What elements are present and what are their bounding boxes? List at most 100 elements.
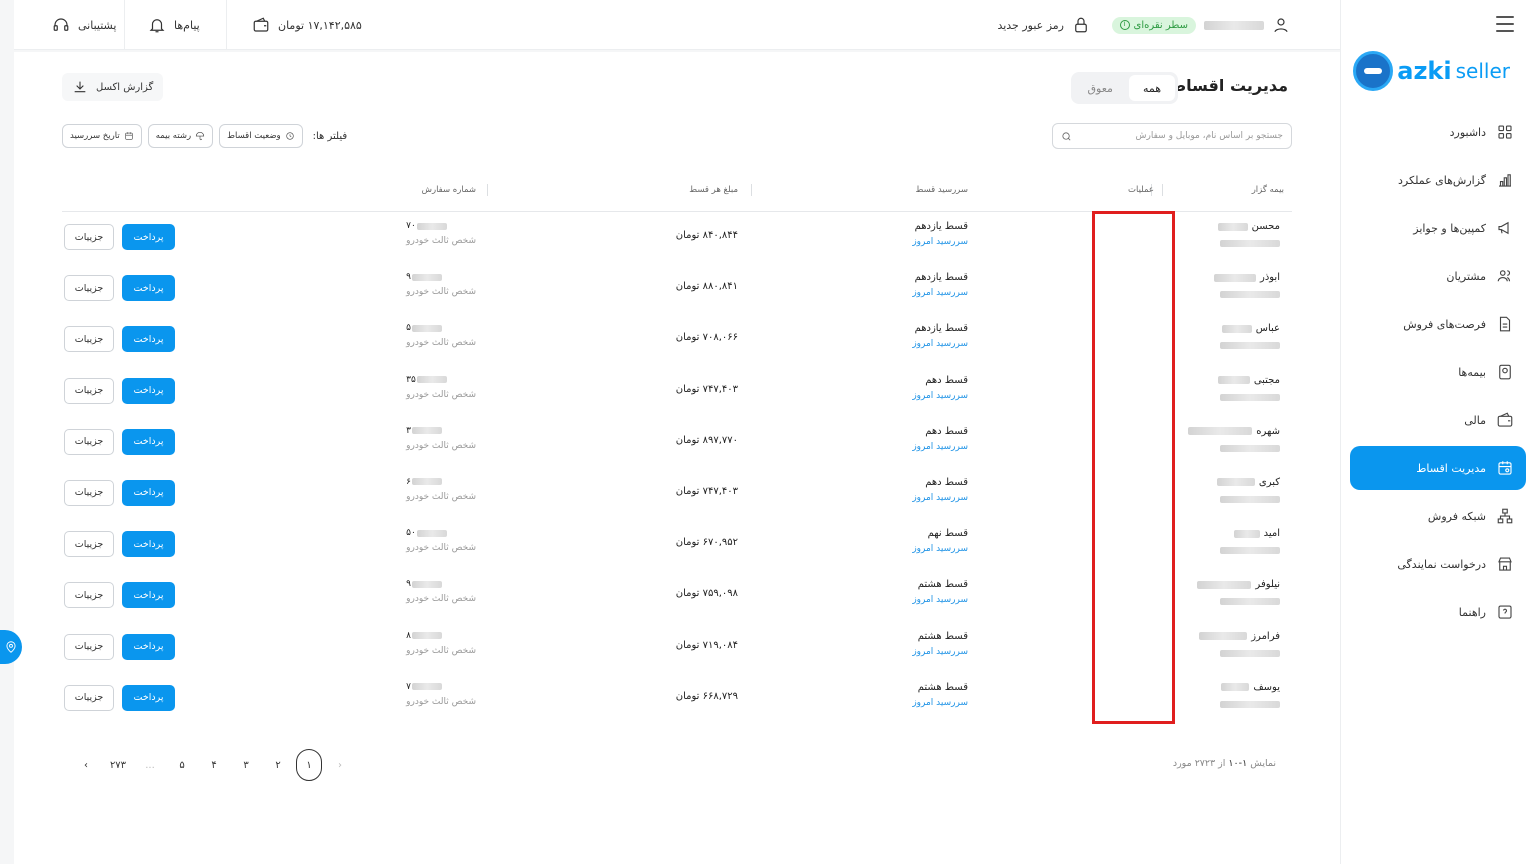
sidebar-item-finance[interactable]: مالی — [1350, 398, 1526, 442]
order-cell: ۷۰ شخص ثالث خودرو — [406, 221, 476, 246]
change-password-link[interactable]: رمز عبور جدید — [997, 0, 1090, 50]
sidebar: azki seller داشبورد گزارش‌های عملکرد کمپین… — [1340, 0, 1536, 864]
pay-button[interactable]: پرداخت — [122, 377, 175, 404]
insured-name: محسن — [1251, 221, 1280, 232]
menu-icon[interactable] — [1496, 16, 1514, 32]
details-button[interactable]: جزییات — [64, 479, 114, 506]
divider — [751, 184, 752, 196]
sidebar-item-guide[interactable]: راهنما — [1350, 590, 1526, 634]
filter-insurance-type[interactable]: رشته بیمه — [147, 124, 214, 148]
tab-all[interactable]: همه — [1128, 75, 1175, 101]
surname-redacted — [1233, 529, 1260, 538]
page-button[interactable]: ۳ — [232, 749, 260, 781]
due-cell: قسط نهم سررسید امروز — [912, 528, 968, 554]
surname-redacted — [1221, 683, 1250, 692]
insured-cell: محسن — [1217, 221, 1280, 251]
page-button[interactable]: ۴ — [200, 749, 228, 781]
mascot-icon — [1353, 51, 1394, 91]
details-button[interactable]: جزییات — [64, 582, 114, 609]
tab-overdue[interactable]: معوق — [1074, 75, 1127, 101]
product-type: شخص ثالث خودرو — [406, 389, 476, 400]
order-number-redacted — [412, 427, 442, 435]
phone-redacted — [1220, 649, 1280, 657]
details-button[interactable]: جزییات — [64, 275, 114, 302]
row-actions: جزییات پرداخت — [64, 428, 175, 455]
order-cell: ۵ شخص ثالث خودرو — [406, 323, 476, 348]
details-button[interactable]: جزییات — [64, 326, 114, 353]
pay-button[interactable]: پرداخت — [122, 479, 175, 506]
details-button[interactable]: جزییات — [64, 684, 114, 711]
details-button[interactable]: جزییات — [64, 633, 114, 660]
user-profile[interactable]: سطر نقره‌ای i — [1111, 0, 1290, 50]
due-status: سررسید امروز — [912, 646, 968, 657]
sidebar-item-label: شبکه فروش — [1427, 509, 1486, 523]
sidebar-item-reports[interactable]: گزارش‌های عملکرد — [1350, 158, 1526, 202]
product-type: شخص ثالث خودرو — [406, 491, 476, 502]
lock-icon — [1075, 17, 1087, 33]
pay-button[interactable]: پرداخت — [122, 582, 175, 609]
col-amount: مبلغ هر قسط — [689, 185, 738, 195]
page-button[interactable]: ۲۷۳ — [104, 749, 132, 781]
messages-link[interactable]: پیام‌ها — [148, 0, 200, 50]
row-actions: جزییات پرداخت — [64, 479, 175, 506]
table-row: کبری قسط دهم سررسید امروز ۷۴۷,۴۰۳ تومان … — [62, 468, 1292, 519]
details-button[interactable]: جزییات — [64, 428, 114, 455]
umbrella-icon — [196, 131, 205, 141]
order-number-suffix: ۳ — [406, 425, 411, 436]
sidebar-item-dashboard[interactable]: داشبورد — [1350, 110, 1526, 154]
filter-due-date[interactable]: تاریخ سررسید — [62, 124, 142, 148]
insured-name: یوسف — [1253, 681, 1280, 693]
info-icon: i — [1119, 20, 1130, 30]
installment-number: قسط دهم — [925, 476, 968, 488]
details-button[interactable]: جزییات — [64, 531, 114, 558]
table-row: شهره قسط دهم سررسید امروز ۸۹۷,۷۷۰ تومان … — [62, 417, 1292, 468]
table-body: محسن قسط یازدهم سررسید امروز ۸۴۰,۸۴۴ توم… — [62, 212, 1292, 724]
details-button[interactable]: جزییات — [64, 224, 114, 250]
table-row: مجتبی قسط دهم سررسید امروز ۷۴۷,۴۰۳ تومان… — [62, 366, 1292, 417]
due-cell: قسط یازدهم سررسید امروز — [912, 272, 968, 298]
pay-button[interactable]: پرداخت — [122, 684, 175, 711]
page-button[interactable]: ۵ — [168, 749, 196, 781]
details-button[interactable]: جزییات — [64, 377, 114, 404]
pay-button[interactable]: پرداخت — [122, 428, 175, 455]
pay-button[interactable]: پرداخت — [122, 633, 175, 660]
support-link[interactable]: پشتیبانی — [52, 0, 116, 50]
filters-label: فیلتر ها: — [312, 130, 348, 142]
sidebar-item-agency[interactable]: درخواست نمایندگی — [1350, 542, 1526, 586]
next-page-icon[interactable]: ‹ — [72, 749, 100, 781]
order-number-suffix: ۹ — [406, 579, 411, 590]
sidebar-item-opportunities[interactable]: فرصت‌های فروش — [1350, 302, 1526, 346]
filter-installment-status-label: وضعیت اقساط — [227, 131, 281, 141]
page-button[interactable]: ۲ — [264, 749, 292, 781]
sidebar-item-customers[interactable]: مشتریان — [1350, 254, 1526, 298]
insured-name: امید — [1263, 528, 1280, 540]
azki-seller-logo[interactable]: azki seller — [1353, 50, 1510, 92]
excel-report-button[interactable]: گزارش اکسل — [62, 73, 164, 101]
wallet-balance[interactable]: ۱۷,۱۴۲,۵۸۵ تومان — [252, 0, 362, 50]
pay-button[interactable]: پرداخت — [122, 326, 175, 353]
sidebar-item-label: مدیریت اقساط — [1416, 461, 1486, 475]
logo-azki-text: azki — [1397, 57, 1452, 85]
insured-cell: مجتبی — [1217, 375, 1280, 405]
pay-button[interactable]: پرداخت — [122, 224, 175, 250]
due-status: سررسید امروز — [912, 288, 968, 299]
top-bar: سطر نقره‌ای i رمز عبور جدید ۱۷,۱۴۲,۵۸۵ تو… — [14, 0, 1340, 50]
order-number-redacted — [412, 632, 442, 639]
search-input[interactable] — [1078, 131, 1283, 141]
product-type: شخص ثالث خودرو — [406, 440, 476, 451]
sidebar-item-network[interactable]: شبکه فروش — [1350, 494, 1526, 538]
prev-page-icon[interactable]: › — [326, 749, 354, 781]
pay-button[interactable]: پرداخت — [122, 275, 175, 302]
filter-installment-status[interactable]: وضعیت اقساط — [219, 124, 303, 148]
status-icon — [285, 132, 294, 140]
sidebar-nav: داشبورد گزارش‌های عملکرد کمپین‌ها و جوایز م… — [1350, 110, 1526, 638]
col-actions: عملیات — [1128, 185, 1154, 195]
installment-number: قسط هشتم — [917, 681, 968, 693]
sidebar-item-policies[interactable]: بیمه‌ها — [1350, 350, 1526, 394]
sidebar-item-campaigns[interactable]: کمپین‌ها و جوایز — [1350, 206, 1526, 250]
installment-amount: ۸۹۷,۷۷۰ تومان — [675, 434, 738, 446]
network-icon — [1496, 507, 1514, 525]
pay-button[interactable]: پرداخت — [122, 531, 175, 558]
page-button[interactable]: ۱ — [296, 749, 322, 781]
sidebar-item-installments[interactable]: مدیریت اقساط — [1350, 446, 1526, 490]
